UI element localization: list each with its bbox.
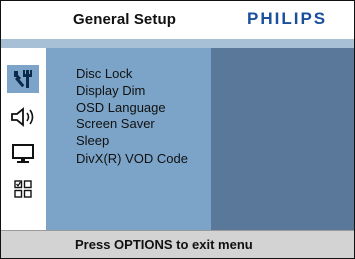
header-divider-bar (1, 39, 354, 48)
settings-menu-list: Disc Lock Display Dim OSD Language Scree… (46, 48, 211, 230)
footer-hint-text: Press OPTIONS to exit menu (75, 237, 253, 252)
preferences-icon[interactable] (7, 175, 39, 203)
page-title: General Setup (73, 11, 176, 28)
brand-logo: PHILIPS (247, 9, 328, 28)
header: General Setup PHILIPS (1, 1, 354, 39)
footer-hint-bar: Press OPTIONS to exit menu (1, 230, 354, 258)
menu-item-disc-lock[interactable]: Disc Lock (76, 66, 132, 81)
setup-menu-window: General Setup PHILIPS Disc Lock Display … (0, 0, 355, 259)
video-setup-icon[interactable] (7, 139, 39, 167)
menu-item-sleep[interactable]: Sleep (76, 133, 109, 148)
options-panel (211, 48, 354, 230)
category-sidebar (1, 48, 46, 230)
general-setup-icon[interactable] (7, 65, 39, 93)
audio-setup-icon[interactable] (7, 103, 39, 131)
menu-item-screen-saver[interactable]: Screen Saver (76, 116, 155, 131)
menu-item-divx-vod-code[interactable]: DivX(R) VOD Code (76, 151, 188, 166)
menu-item-display-dim[interactable]: Display Dim (76, 83, 145, 98)
menu-item-osd-language[interactable]: OSD Language (76, 100, 166, 115)
